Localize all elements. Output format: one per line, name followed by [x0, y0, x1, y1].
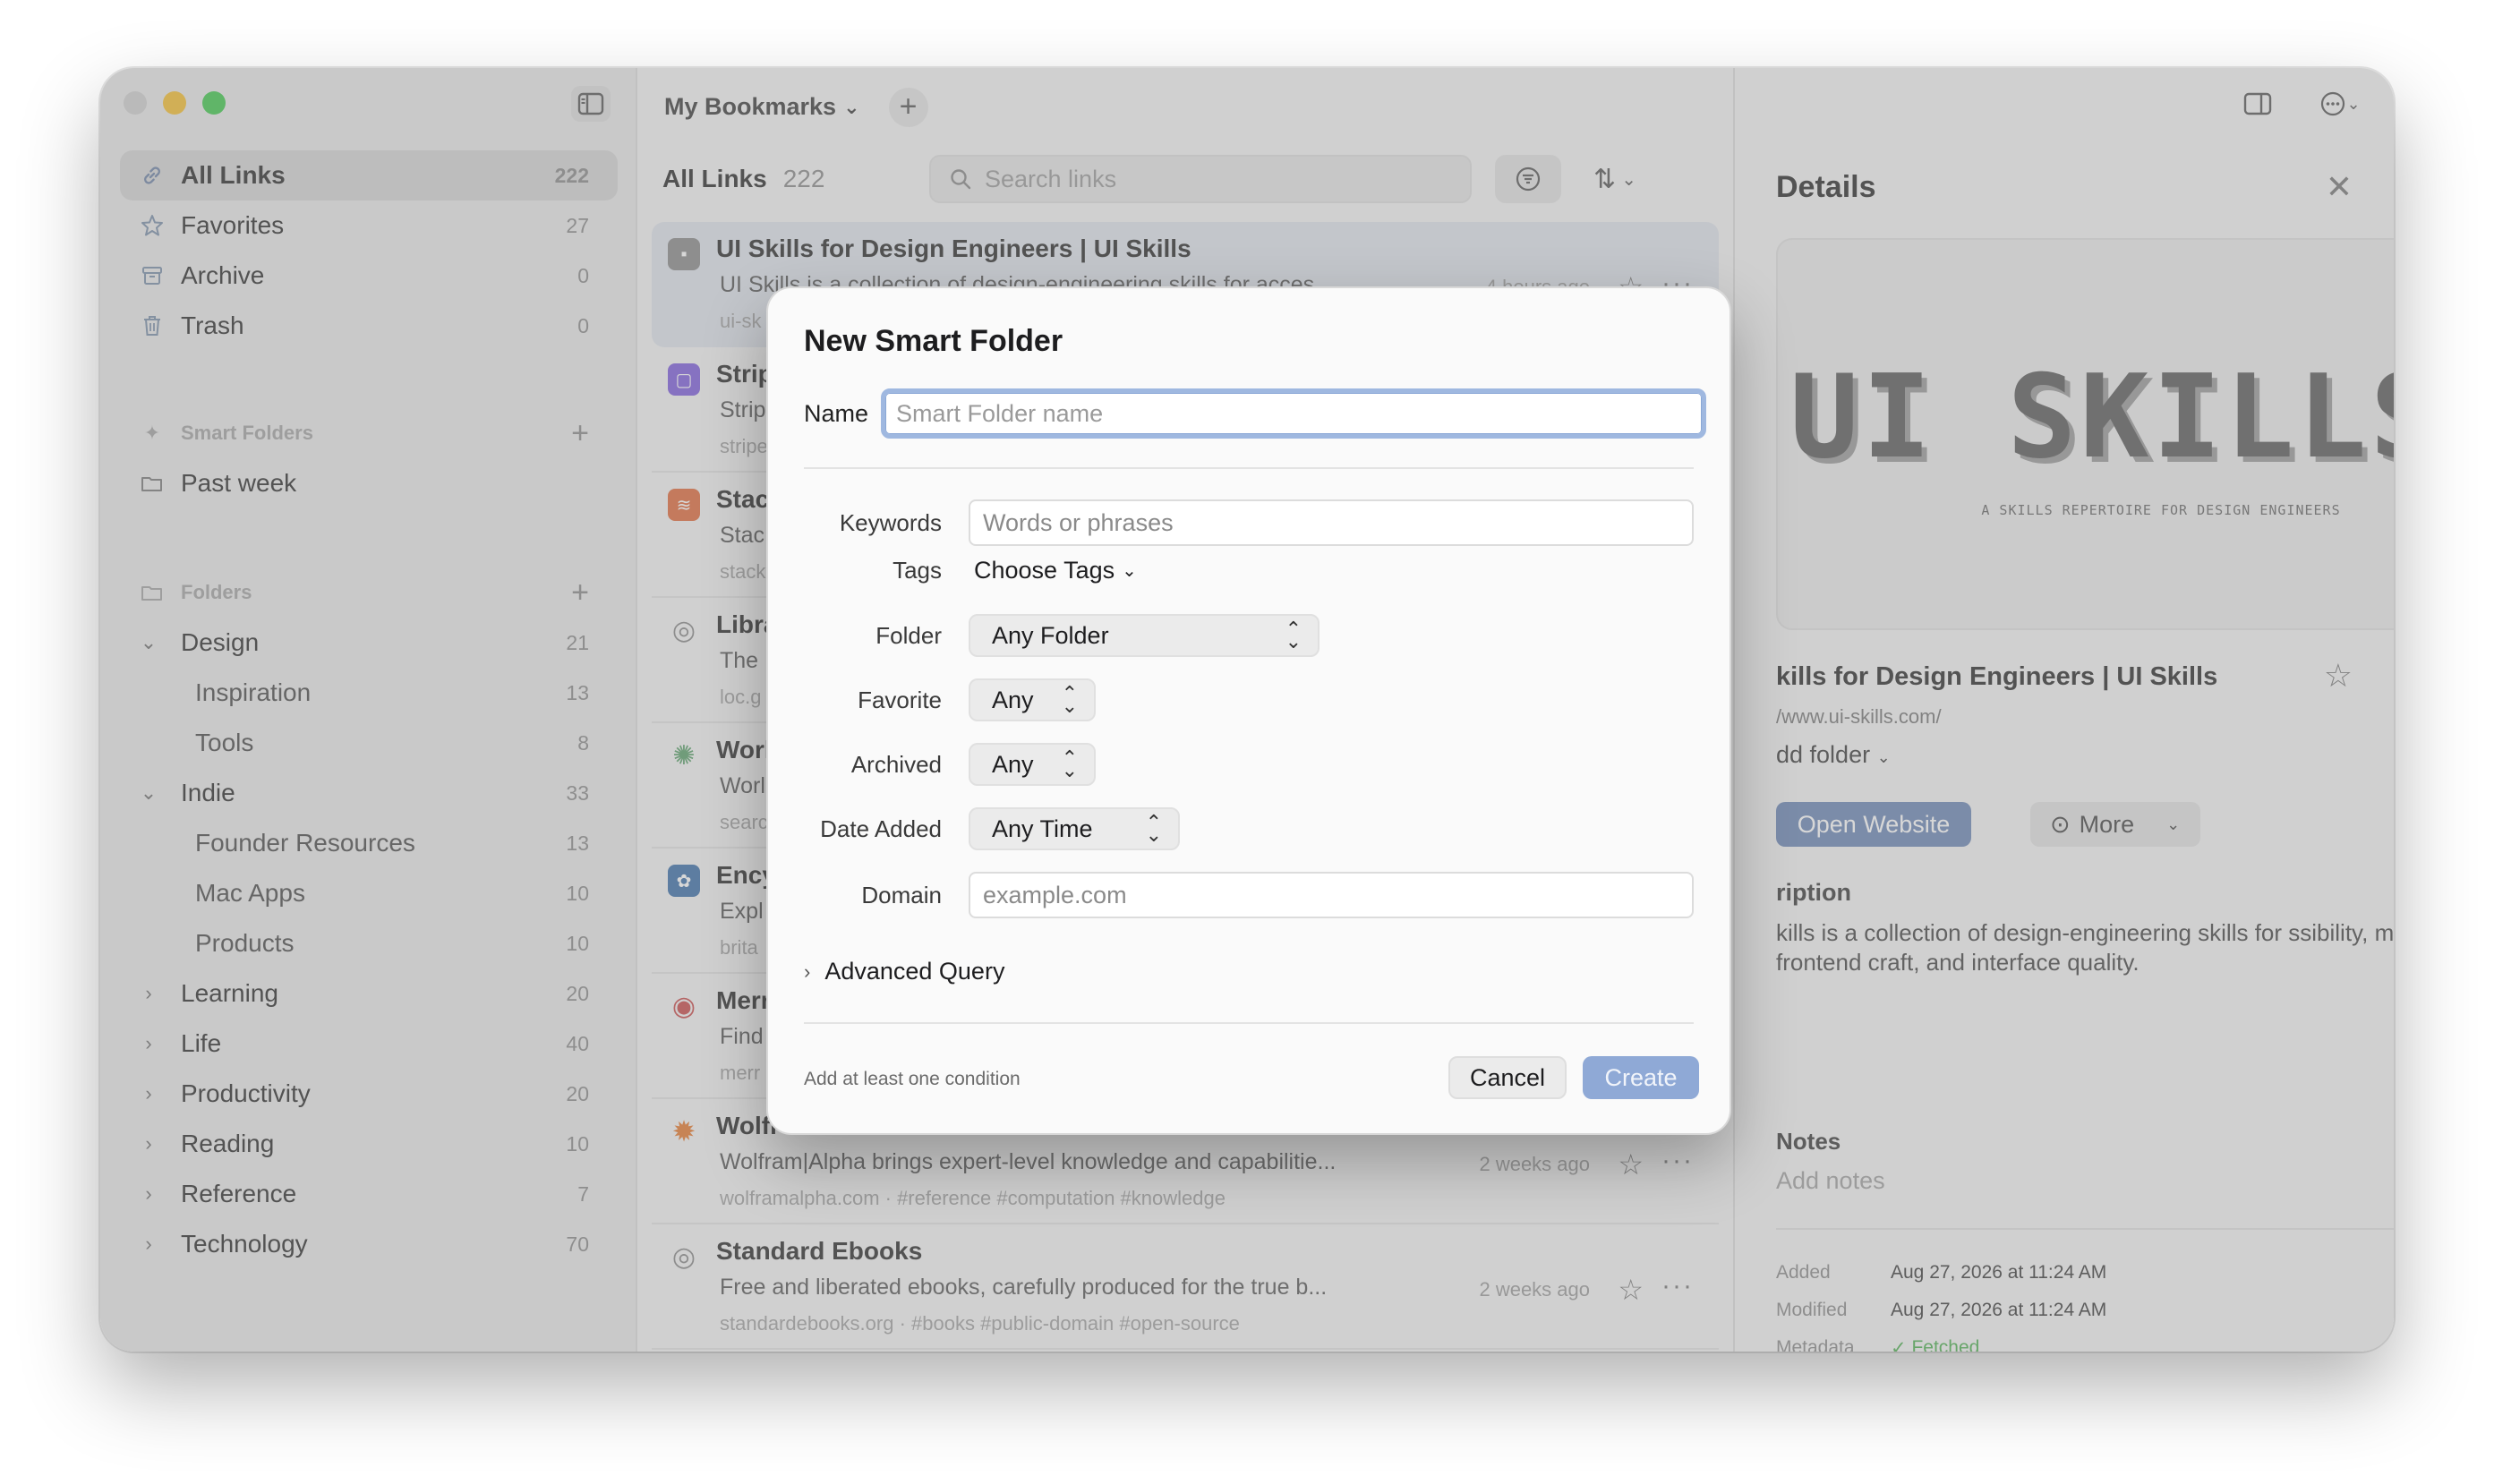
folder-select[interactable]: Any Folder ⌃ ⌄ [969, 614, 1320, 657]
keywords-row: Keywords [804, 499, 1694, 546]
archived-select[interactable]: Any ⌃ ⌄ [969, 743, 1096, 786]
chevron-up-down-icon: ⌃ ⌄ [1061, 746, 1078, 781]
archived-row: Archived Any ⌃ ⌄ [804, 743, 1694, 786]
folder-label: Folder [875, 621, 942, 649]
smart-folder-name-input[interactable] [881, 388, 1707, 439]
domain-label: Domain [861, 881, 942, 908]
dialog-title: New Smart Folder [804, 324, 1063, 358]
choose-tags-dropdown[interactable]: Choose Tags ⌄ [969, 557, 1137, 584]
tags-label: Tags [893, 557, 942, 584]
create-button[interactable]: Create [1583, 1056, 1699, 1099]
divider [804, 1022, 1694, 1024]
chevron-up-down-icon: ⌃ ⌄ [1285, 618, 1302, 652]
date-added-row: Date Added Any Time ⌃ ⌄ [804, 807, 1694, 850]
chevron-up-down-icon: ⌃ ⌄ [1145, 811, 1162, 846]
tags-value: Choose Tags [974, 557, 1115, 584]
favorite-label: Favorite [858, 686, 942, 713]
cancel-button[interactable]: Cancel [1448, 1056, 1567, 1099]
advanced-query-disclosure[interactable]: › Advanced Query [804, 958, 1004, 985]
keywords-label: Keywords [839, 508, 942, 536]
date-added-label: Date Added [820, 814, 942, 842]
folder-row: Folder Any Folder ⌃ ⌄ [804, 614, 1694, 657]
domain-input[interactable] [969, 872, 1694, 918]
folder-value: Any Folder [992, 621, 1109, 649]
tags-row: Tags Choose Tags ⌄ [804, 557, 1694, 584]
advanced-query-label: Advanced Query [824, 958, 1005, 985]
keywords-input[interactable] [969, 499, 1694, 546]
name-row: Name [804, 388, 1707, 439]
domain-row: Domain [804, 872, 1694, 918]
favorite-row: Favorite Any ⌃ ⌄ [804, 678, 1694, 721]
date-added-select[interactable]: Any Time ⌃ ⌄ [969, 807, 1180, 850]
favorite-value: Any [992, 686, 1034, 713]
date-added-value: Any Time [992, 814, 1093, 842]
archived-label: Archived [850, 750, 942, 778]
validation-hint: Add at least one condition [804, 1069, 1021, 1089]
chevron-right-icon: › [804, 959, 811, 983]
name-label: Name [804, 399, 869, 427]
favorite-select[interactable]: Any ⌃ ⌄ [969, 678, 1096, 721]
divider [804, 467, 1694, 469]
chevron-down-icon: ⌄ [1122, 561, 1137, 581]
chevron-up-down-icon: ⌃ ⌄ [1061, 682, 1078, 717]
new-smart-folder-dialog: New Smart Folder Name Keywords Tags Choo… [766, 286, 1731, 1135]
archived-value: Any [992, 750, 1034, 778]
